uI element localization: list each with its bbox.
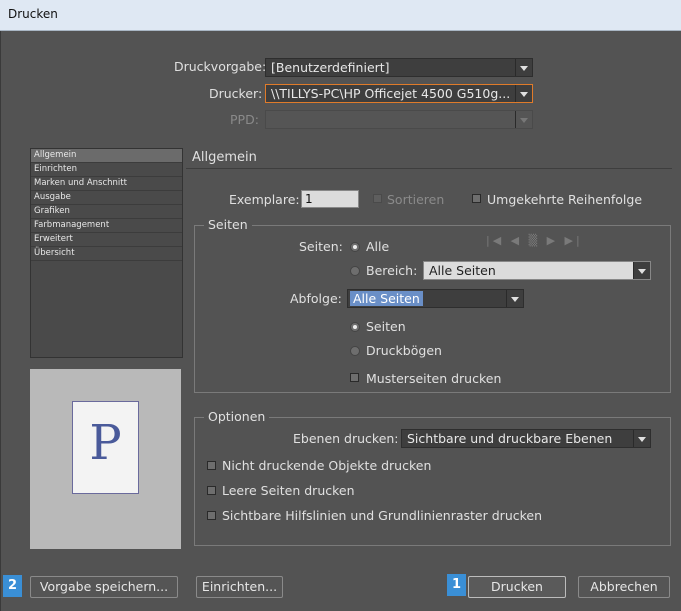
chevron-down-icon	[515, 85, 532, 102]
seiten-radio-label: Seiten	[366, 319, 406, 334]
sidebar-item-uebersicht[interactable]: Übersicht	[31, 247, 182, 261]
bereich-value: Alle Seiten	[429, 263, 496, 278]
annotation-badge-2: 2	[3, 575, 22, 597]
sidebar-item-grafiken[interactable]: Grafiken	[31, 205, 182, 219]
page-preview: P	[30, 369, 181, 549]
drucken-button[interactable]: Drucken	[468, 576, 566, 598]
druckbogen-radio[interactable]	[350, 346, 360, 356]
abfolge-value: Alle Seiten	[350, 291, 423, 306]
ppd-label: PPD:	[230, 112, 259, 127]
section-divider	[186, 168, 672, 169]
sortieren-checkbox[interactable]	[373, 194, 382, 203]
seiten-group-title: Seiten	[204, 217, 252, 232]
ebenen-label: Ebenen drucken:	[293, 431, 399, 446]
leere-seiten-label: Leere Seiten drucken	[222, 483, 355, 498]
seiten-group	[194, 225, 671, 393]
chevron-down-icon	[633, 262, 650, 279]
window-title: Drucken	[8, 7, 58, 21]
musterseiten-label: Musterseiten drucken	[366, 371, 502, 386]
window-titlebar: Drucken	[0, 0, 681, 31]
einrichten-button[interactable]: Einrichten...	[196, 576, 283, 598]
abbrechen-button[interactable]: Abbrechen	[578, 576, 670, 598]
print-dialog: Druckvorgabe: [Benutzerdefiniert] Drucke…	[0, 31, 681, 611]
umgekehrt-checkbox[interactable]	[472, 194, 481, 203]
alle-radio[interactable]	[350, 242, 360, 252]
druckvorgabe-select[interactable]: [Benutzerdefiniert]	[265, 58, 533, 77]
seiten-radio[interactable]	[350, 322, 360, 332]
sidebar-item-allgemein[interactable]: Allgemein	[31, 149, 182, 163]
sidebar-item-ausgabe[interactable]: Ausgabe	[31, 191, 182, 205]
section-title: Allgemein	[192, 150, 257, 165]
drucker-value: \\TILLYS-PC\HP Officejet 4500 G510g...	[271, 86, 511, 101]
musterseiten-checkbox[interactable]	[350, 373, 359, 382]
seiten-label: Seiten:	[299, 239, 343, 254]
chevron-down-icon	[506, 290, 523, 307]
annotation-badge-1: 1	[447, 574, 466, 596]
category-list: Allgemein Einrichten Marken und Anschnit…	[30, 148, 183, 358]
alle-label: Alle	[366, 239, 390, 254]
drucker-label: Drucker:	[209, 86, 263, 101]
nicht-druckende-label: Nicht druckende Objekte drucken	[222, 458, 432, 473]
vorgabe-speichern-button[interactable]: Vorgabe speichern...	[30, 576, 178, 598]
druckbogen-label: Druckbögen	[366, 343, 442, 358]
ppd-select[interactable]	[265, 110, 533, 129]
optionen-group-title: Optionen	[204, 409, 270, 424]
ebenen-value: Sichtbare und druckbare Ebenen	[407, 431, 613, 446]
drucker-select[interactable]: \\TILLYS-PC\HP Officejet 4500 G510g...	[265, 84, 533, 103]
chevron-down-icon	[633, 430, 650, 447]
hilfslinien-label: Sichtbare Hilfslinien und Grundlinienras…	[222, 508, 543, 523]
druckvorgabe-label: Druckvorgabe:	[174, 59, 267, 74]
leere-seiten-checkbox[interactable]	[207, 486, 216, 495]
sidebar-item-einrichten[interactable]: Einrichten	[31, 163, 182, 177]
bereich-radio[interactable]	[350, 266, 360, 276]
ebenen-select[interactable]: Sichtbare und druckbare Ebenen	[401, 429, 651, 448]
page-navigation-icons[interactable]: |◀ ◀ ▒ ▶ ▶|	[486, 234, 583, 247]
sidebar-item-erweitert[interactable]: Erweitert	[31, 233, 182, 247]
hilfslinien-checkbox[interactable]	[207, 511, 216, 520]
abfolge-label: Abfolge:	[290, 291, 342, 306]
sidebar-item-farbmanagement[interactable]: Farbmanagement	[31, 219, 182, 233]
sortieren-label: Sortieren	[387, 192, 445, 207]
nicht-druckende-checkbox[interactable]	[207, 461, 216, 470]
exemplare-label: Exemplare:	[229, 192, 300, 207]
bereich-label: Bereich:	[366, 263, 418, 278]
chevron-down-icon	[515, 111, 532, 128]
exemplare-input[interactable]: 1	[301, 190, 359, 208]
preview-letter: P	[89, 415, 122, 471]
chevron-down-icon	[515, 59, 532, 76]
druckvorgabe-value: [Benutzerdefiniert]	[271, 60, 390, 75]
bereich-select[interactable]: Alle Seiten	[423, 261, 651, 280]
abfolge-select[interactable]: Alle Seiten	[347, 289, 524, 308]
umgekehrt-label: Umgekehrte Reihenfolge	[487, 192, 643, 207]
preview-page: P	[72, 401, 139, 494]
sidebar-item-marken-und-anschnitt[interactable]: Marken und Anschnitt	[31, 177, 182, 191]
